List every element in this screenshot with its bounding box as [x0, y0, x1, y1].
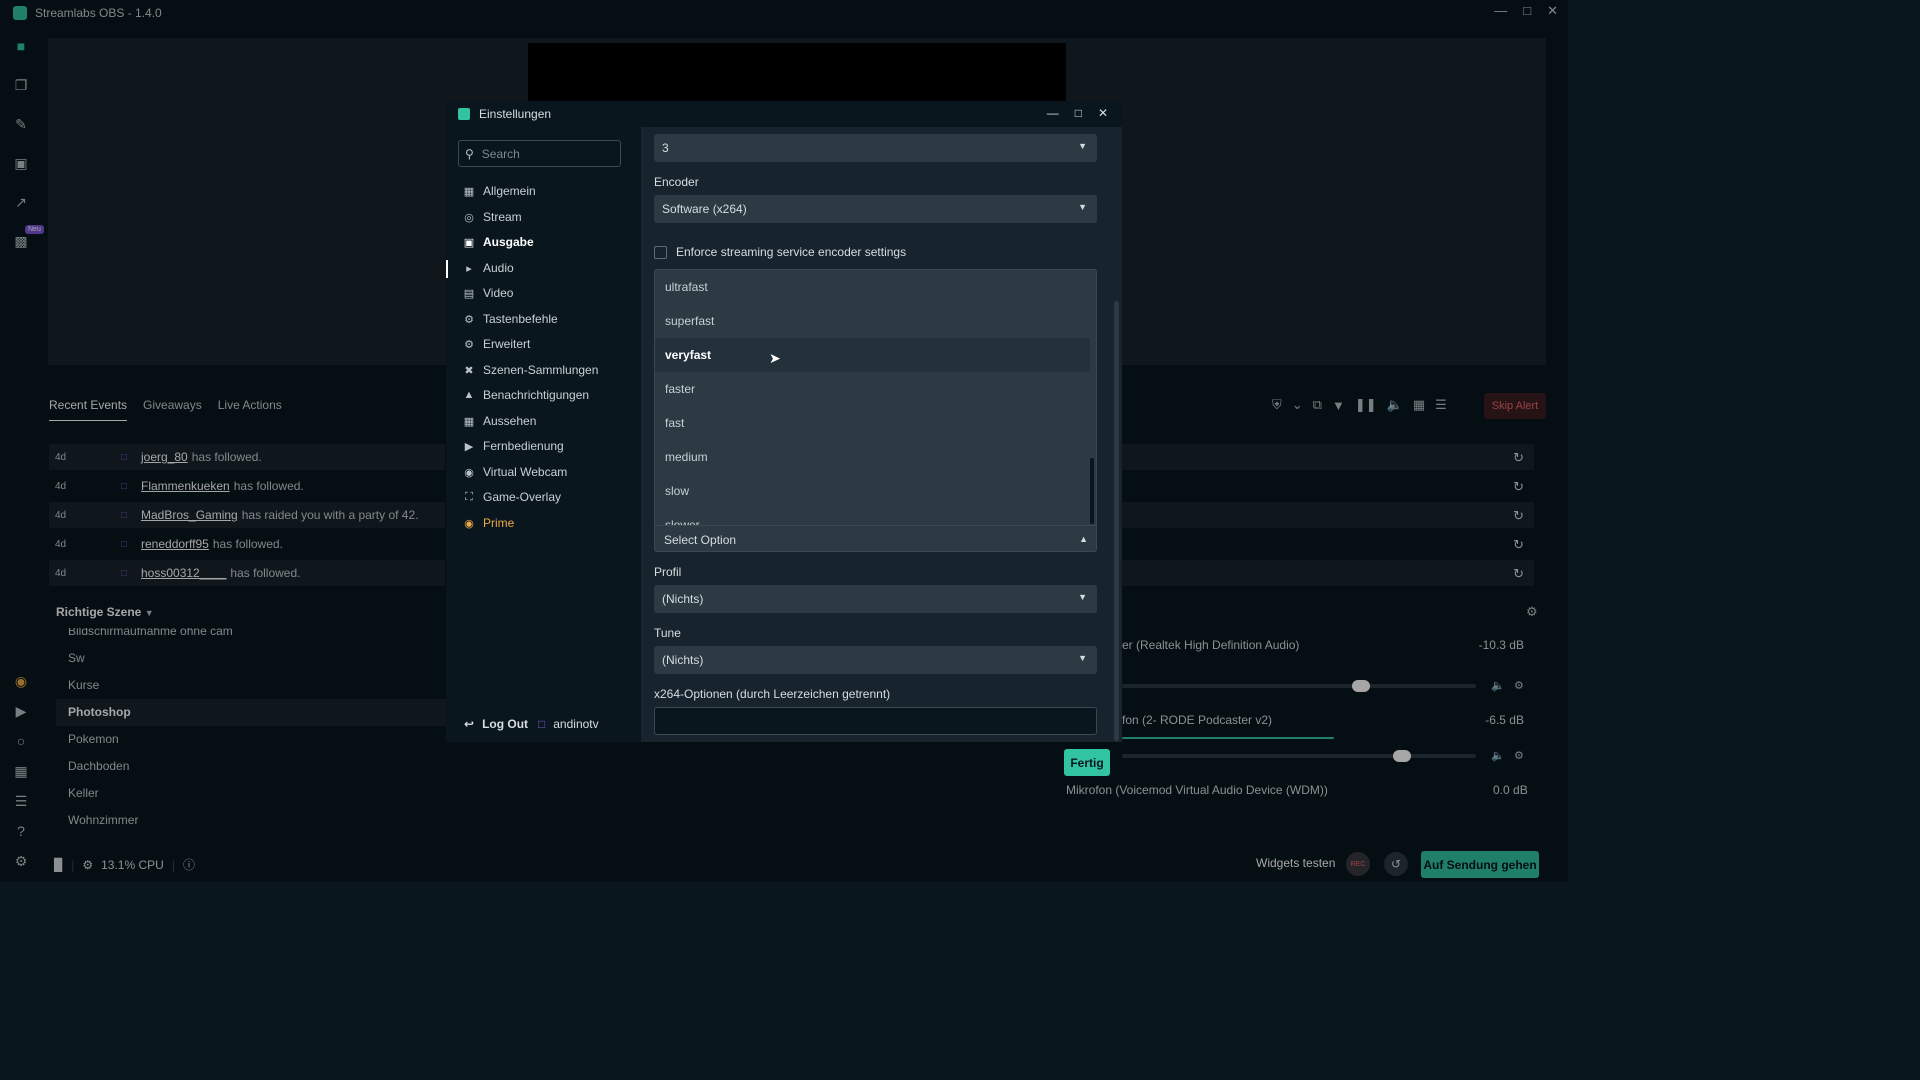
preset-option[interactable]: medium: [655, 440, 1090, 474]
search-input[interactable]: [481, 146, 602, 161]
x264-options-label: x264-Optionen (durch Leerzeichen getrenn…: [654, 687, 891, 701]
prime-icon: ◉: [464, 517, 474, 530]
search-icon: ⚲: [465, 146, 474, 161]
preset-option[interactable]: veryfast: [655, 338, 1090, 372]
dropdown-scrollbar[interactable]: [1090, 458, 1094, 524]
preset-option[interactable]: slower: [655, 508, 1090, 525]
preset-options-list: ultrafast superfast veryfast faster fast…: [655, 270, 1090, 525]
select-value: (Nichts): [662, 653, 704, 667]
mouse-cursor-icon: ➤: [769, 350, 781, 366]
preset-option[interactable]: faster: [655, 372, 1090, 406]
camera-icon: ◉: [464, 466, 474, 479]
settings-nav-benachrichtigungen[interactable]: ▲ Benachrichtigungen: [463, 386, 590, 404]
settings-nav-erweitert[interactable]: ⚙ Erweitert: [463, 335, 530, 353]
minimize-icon[interactable]: —: [1047, 106, 1059, 120]
settings-content: 3 ▼ Encoder Software (x264) ▼ Enforce st…: [654, 127, 1098, 742]
enforce-encoder-checkbox[interactable]: Enforce streaming service encoder settin…: [654, 245, 906, 259]
select-value: Software (x264): [662, 202, 747, 216]
settings-nav-virtual-webcam[interactable]: ◉ Virtual Webcam: [463, 463, 567, 481]
select-value: Select Option: [664, 532, 737, 547]
bell-icon: ▲: [463, 389, 475, 401]
profile-select[interactable]: (Nichts) ▼: [654, 585, 1097, 613]
encoder-label: Encoder: [654, 175, 699, 189]
preset-select[interactable]: Select Option ▲: [655, 525, 1096, 551]
profile-label: Profil: [654, 565, 682, 579]
checkbox-box[interactable]: [654, 245, 667, 259]
chevron-down-icon: ▼: [1078, 141, 1087, 151]
settings-nav-allgemein[interactable]: ▦ Allgemein: [463, 182, 536, 200]
settings-nav-game-overlay[interactable]: ⛶ Game-Overlay: [463, 488, 561, 506]
chevron-down-icon: ▼: [1078, 592, 1087, 602]
settings-title: Einstellungen: [479, 107, 552, 121]
account-info: □ andinotv: [538, 717, 599, 731]
layers-icon: ▣: [463, 236, 475, 249]
nav-label: Erweitert: [483, 337, 531, 351]
nav-label: Ausgabe: [483, 235, 534, 249]
overlay-icon: ⛶: [465, 490, 473, 503]
settings-nav-szenen-sammlungen[interactable]: ✖ Szenen-Sammlungen: [463, 361, 598, 379]
settings-nav-tastenbefehle[interactable]: ⚙ Tastenbefehle: [463, 310, 558, 328]
grid-icon: ▦: [463, 185, 475, 198]
preset-option[interactable]: slow: [655, 474, 1090, 508]
settings-nav-fernbedienung[interactable]: ▶ Fernbedienung: [463, 437, 564, 455]
play-circle-icon: ▶: [464, 440, 474, 453]
nav-label: Prime: [483, 516, 515, 530]
settings-nav-prime[interactable]: ◉ Prime: [463, 514, 514, 532]
film-icon: ▤: [463, 287, 475, 300]
nav-label: Stream: [483, 210, 522, 224]
settings-sidebar: ⚲ ▦ Allgemein ◎ Stream ▣ Ausgabe ▸ Audio ▤ Vi…: [446, 127, 641, 742]
preset-option[interactable]: fast: [655, 406, 1090, 440]
settings-nav-aussehen[interactable]: ▦ Aussehen: [463, 412, 537, 430]
nav-label: Aussehen: [483, 414, 537, 428]
encoder-select[interactable]: Software (x264) ▼: [654, 195, 1097, 223]
nav-label: Allgemein: [483, 184, 536, 198]
logout-button[interactable]: ↩ Log Out: [464, 717, 528, 731]
nav-label: Video: [483, 286, 514, 300]
gear-icon: ⚙: [464, 313, 474, 326]
done-button[interactable]: Fertig: [1064, 749, 1110, 776]
settings-titlebar: Einstellungen — □ ✕: [446, 101, 1122, 127]
settings-search[interactable]: ⚲: [458, 140, 621, 167]
nav-label: Game-Overlay: [483, 490, 562, 504]
twitch-icon: □: [538, 717, 546, 731]
settings-nav-video[interactable]: ▤ Video: [463, 284, 514, 302]
preset-option[interactable]: ultrafast: [655, 270, 1090, 304]
nav-label: Benachrichtigungen: [483, 388, 590, 402]
select-value: (Nichts): [662, 592, 704, 606]
x264-options-input[interactable]: [654, 707, 1097, 735]
streamlabs-logo-icon: [458, 108, 470, 120]
globe-icon: ◎: [464, 211, 474, 224]
dialog-window-controls: — □ ✕: [1047, 106, 1108, 120]
nav-label: Audio: [483, 261, 514, 275]
apps-icon: ▦: [463, 415, 475, 428]
maximize-icon[interactable]: □: [1075, 106, 1082, 120]
cogs-icon: ⚙: [464, 338, 474, 351]
settings-nav-stream[interactable]: ◎ Stream: [463, 208, 522, 226]
preset-dropdown: ultrafast superfast veryfast faster fast…: [654, 269, 1097, 552]
close-icon[interactable]: ✕: [1098, 106, 1108, 120]
nav-label: Fernbedienung: [483, 439, 564, 453]
chevron-up-icon: ▲: [1079, 534, 1088, 544]
active-indicator: [446, 260, 448, 278]
chevron-down-icon: ▼: [1078, 202, 1087, 212]
nav-label: Virtual Webcam: [483, 465, 568, 479]
tune-label: Tune: [654, 626, 681, 640]
account-name: andinotv: [553, 717, 599, 731]
speaker-icon: ▸: [466, 262, 472, 275]
nav-label: Szenen-Sammlungen: [483, 363, 599, 377]
preset-option[interactable]: superfast: [655, 304, 1090, 338]
tools-icon: ✖: [464, 364, 474, 377]
settings-nav-audio[interactable]: ▸ Audio: [463, 259, 514, 277]
tune-select[interactable]: (Nichts) ▼: [654, 646, 1097, 674]
top-select[interactable]: 3 ▼: [654, 134, 1097, 162]
logout-label: Log Out: [482, 717, 529, 731]
settings-scrollbar[interactable]: [1114, 301, 1119, 741]
settings-nav-ausgabe[interactable]: ▣ Ausgabe: [463, 233, 534, 251]
settings-dialog: Einstellungen — □ ✕ ⚲ ▦ Allgemein ◎ Stream…: [446, 101, 1122, 742]
chevron-down-icon: ▼: [1078, 653, 1087, 663]
checkbox-label: Enforce streaming service encoder settin…: [676, 245, 907, 259]
logout-icon: ↩: [464, 717, 475, 731]
select-value: 3: [662, 141, 669, 155]
nav-label: Tastenbefehle: [483, 312, 558, 326]
